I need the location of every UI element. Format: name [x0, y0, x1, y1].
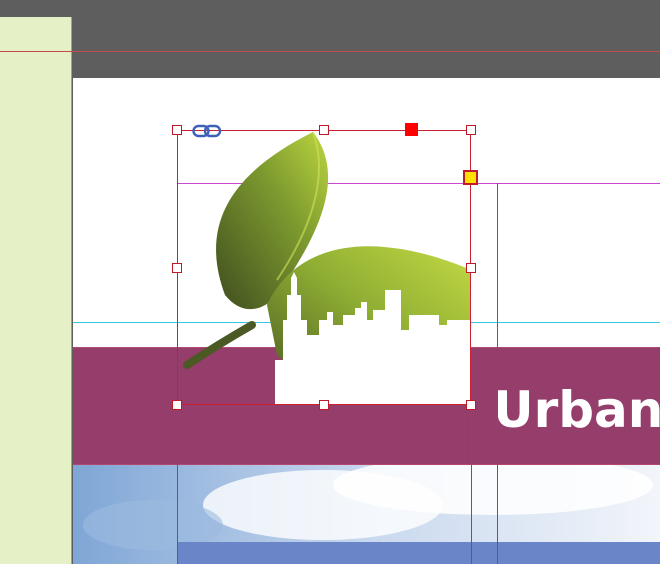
handle-top-right[interactable] [466, 125, 476, 135]
handle-bottom-left[interactable] [172, 400, 182, 410]
pasteboard [0, 0, 660, 78]
margin-guide-right [497, 183, 498, 564]
selected-frame[interactable] [177, 130, 471, 405]
column-guide [471, 405, 472, 564]
handle-top-left[interactable] [172, 125, 182, 135]
out-port-icon[interactable] [405, 123, 418, 136]
corner-option-icon[interactable] [463, 170, 478, 185]
handle-top-center[interactable] [319, 125, 329, 135]
sky-photo[interactable] [73, 465, 660, 564]
facing-page-left[interactable] [0, 17, 72, 564]
handle-bottom-right[interactable] [466, 400, 476, 410]
margin-guide-left [177, 405, 178, 564]
handle-bottom-center[interactable] [319, 400, 329, 410]
sky-photo-graphic [73, 465, 660, 564]
banner-title-text[interactable]: Urban G [493, 381, 660, 439]
link-icon[interactable] [192, 123, 222, 139]
bleed-guide [0, 51, 660, 52]
handle-middle-left[interactable] [172, 263, 182, 273]
handle-middle-right[interactable] [466, 263, 476, 273]
band-bottom-edge [73, 464, 660, 465]
